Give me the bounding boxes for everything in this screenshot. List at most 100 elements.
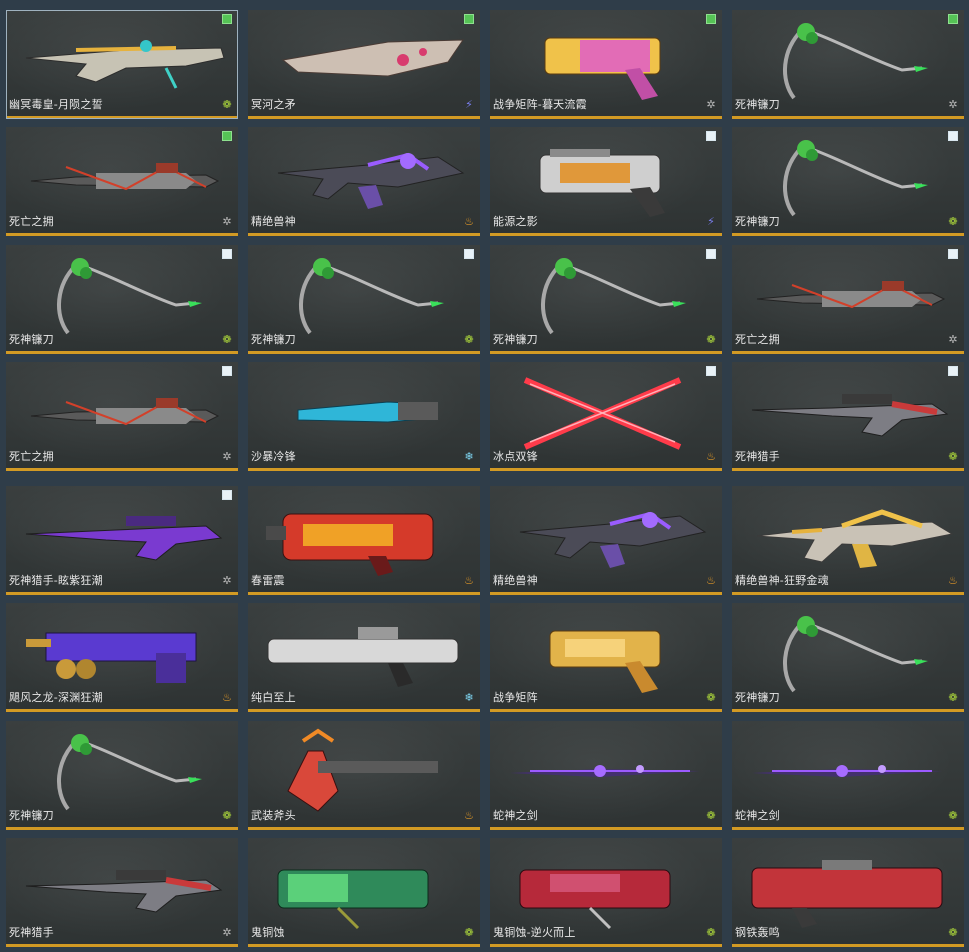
- weapon-card[interactable]: 沙暴冷锋 ❄: [248, 362, 480, 471]
- leaf-rarity-icon: ❁: [706, 926, 716, 939]
- weapon-card[interactable]: 精绝兽神 ♨: [248, 127, 480, 236]
- weapon-image: [539, 149, 665, 217]
- weapon-card[interactable]: 死神猎手 ✲: [6, 838, 238, 947]
- select-checkbox[interactable]: [222, 14, 232, 24]
- select-checkbox[interactable]: [464, 249, 474, 259]
- select-checkbox[interactable]: [948, 249, 958, 259]
- weapon-name: 纯白至上: [251, 691, 296, 704]
- weapon-image: [549, 630, 661, 693]
- weapon-image: [281, 39, 464, 77]
- weapon-card[interactable]: 春雷震 ♨: [248, 486, 480, 595]
- select-checkbox[interactable]: [706, 131, 716, 141]
- weapon-image: [277, 869, 429, 930]
- weapon-card[interactable]: 死神镰刀 ❁: [6, 245, 238, 354]
- weapon-card[interactable]: 死神镰刀 ✲: [732, 10, 964, 119]
- fire-rarity-icon: ♨: [464, 809, 474, 822]
- weapon-card[interactable]: 钢铁轰鸣 ❁: [732, 838, 964, 947]
- weapon-image: [756, 509, 954, 568]
- leaf-rarity-icon: ❁: [706, 809, 716, 822]
- weapon-name: 精绝兽神: [493, 574, 538, 587]
- leaf-rarity-icon: ❁: [948, 809, 958, 822]
- weapon-card[interactable]: 死神镰刀 ❁: [732, 127, 964, 236]
- weapon-name: 钢铁轰鸣: [735, 926, 780, 939]
- select-checkbox[interactable]: [948, 14, 958, 24]
- weapon-card[interactable]: 冰点双锋 ♨: [490, 362, 722, 471]
- weapon-image: [277, 152, 465, 209]
- weapon-card[interactable]: 幽冥毒皇-月陨之誓 ❁: [6, 10, 238, 119]
- weapon-image: [523, 377, 682, 450]
- leaf-rarity-icon: ❁: [222, 98, 232, 111]
- leaf-rarity-icon: ❁: [948, 215, 958, 228]
- weapon-image: [30, 163, 220, 191]
- weapon-card[interactable]: 死神镰刀 ❁: [248, 245, 480, 354]
- select-checkbox[interactable]: [464, 14, 474, 24]
- wind-rarity-icon: ✲: [948, 98, 958, 111]
- weapon-name: 死神镰刀: [9, 333, 54, 346]
- weapon-image: [756, 281, 946, 309]
- weapon-card[interactable]: 死神猎手 ❁: [732, 362, 964, 471]
- weapon-name: 死神镰刀: [493, 333, 538, 346]
- weapon-name: 死神镰刀: [735, 98, 780, 111]
- select-checkbox[interactable]: [948, 131, 958, 141]
- leaf-rarity-icon: ❁: [948, 450, 958, 463]
- select-checkbox[interactable]: [948, 366, 958, 376]
- weapon-card[interactable]: 精绝兽神 ♨: [490, 486, 722, 595]
- bolt-rarity-icon: ⚡: [465, 98, 473, 111]
- bolt-rarity-icon: ⚡: [707, 215, 715, 228]
- weapon-card[interactable]: 战争矩阵-暮天流霞 ✲: [490, 10, 722, 119]
- wind-rarity-icon: ✲: [222, 215, 232, 228]
- weapon-card[interactable]: 蛇神之剑 ❁: [490, 721, 722, 830]
- weapon-image: [267, 627, 459, 687]
- weapon-name: 精绝兽神-狂野金魂: [735, 574, 829, 587]
- select-checkbox[interactable]: [706, 366, 716, 376]
- fire-rarity-icon: ♨: [706, 574, 716, 587]
- wind-rarity-icon: ✲: [706, 98, 716, 111]
- weapon-name: 战争矩阵: [493, 691, 538, 704]
- weapon-card[interactable]: 死神镰刀 ❁: [732, 603, 964, 712]
- select-checkbox[interactable]: [222, 490, 232, 500]
- leaf-rarity-icon: ❁: [948, 926, 958, 939]
- weapon-image: [25, 516, 223, 561]
- weapon-name: 死神镰刀: [735, 691, 780, 704]
- weapon-image: [25, 40, 225, 89]
- weapon-card[interactable]: 纯白至上 ❄: [248, 603, 480, 712]
- weapon-name: 死亡之拥: [735, 333, 780, 346]
- weapon-card[interactable]: 死亡之拥 ✲: [732, 245, 964, 354]
- weapon-image: [783, 23, 928, 100]
- weapon-card[interactable]: 死神镰刀 ❁: [490, 245, 722, 354]
- leaf-rarity-icon: ❁: [706, 691, 716, 704]
- weapon-name: 飓风之龙-深渊狂潮: [9, 691, 103, 704]
- weapon-card[interactable]: 死亡之拥 ✲: [6, 127, 238, 236]
- snowflake-rarity-icon: ❄: [464, 691, 474, 704]
- weapon-card[interactable]: 死神猎手-眩紫狂潮 ✲: [6, 486, 238, 595]
- weapon-card[interactable]: 鬼铜蚀-逆火而上 ❁: [490, 838, 722, 947]
- weapon-image: [30, 398, 220, 426]
- select-checkbox[interactable]: [222, 249, 232, 259]
- weapon-name: 死神猎手-眩紫狂潮: [9, 574, 103, 587]
- weapon-card[interactable]: 武装斧头 ♨: [248, 721, 480, 830]
- weapon-card[interactable]: 死神镰刀 ❁: [6, 721, 238, 830]
- weapon-image: [287, 728, 438, 812]
- weapon-card[interactable]: 死亡之拥 ✲: [6, 362, 238, 471]
- wind-rarity-icon: ✲: [222, 926, 232, 939]
- weapon-card[interactable]: 战争矩阵 ❁: [490, 603, 722, 712]
- select-checkbox[interactable]: [706, 14, 716, 24]
- weapon-card[interactable]: 能源之影 ⚡: [490, 127, 722, 236]
- weapon-card[interactable]: 飓风之龙-深渊狂潮 ♨: [6, 603, 238, 712]
- leaf-rarity-icon: ❁: [464, 333, 474, 346]
- select-checkbox[interactable]: [706, 249, 716, 259]
- select-checkbox[interactable]: [222, 366, 232, 376]
- weapon-card[interactable]: 鬼铜蚀 ❁: [248, 838, 480, 947]
- weapon-name: 能源之影: [493, 215, 538, 228]
- weapon-card[interactable]: 精绝兽神-狂野金魂 ♨: [732, 486, 964, 595]
- snowflake-rarity-icon: ❄: [464, 450, 474, 463]
- weapon-image: [519, 511, 707, 568]
- weapon-name: 死神镰刀: [251, 333, 296, 346]
- weapon-image: [57, 258, 202, 335]
- wind-rarity-icon: ✲: [222, 450, 232, 463]
- weapon-card[interactable]: 冥河之矛 ⚡: [248, 10, 480, 119]
- weapon-name: 冥河之矛: [251, 98, 296, 111]
- select-checkbox[interactable]: [222, 131, 232, 141]
- fire-rarity-icon: ♨: [706, 450, 716, 463]
- weapon-card[interactable]: 蛇神之剑 ❁: [732, 721, 964, 830]
